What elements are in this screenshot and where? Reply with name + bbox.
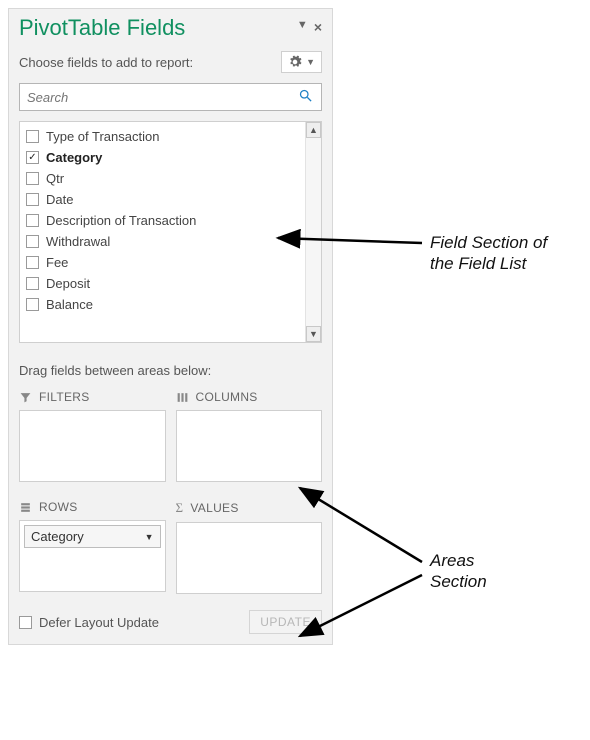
drag-hint-label: Drag fields between areas below:	[19, 363, 322, 378]
field-item[interactable]: Balance	[26, 294, 299, 315]
checkbox-icon: ✓	[26, 151, 39, 164]
rows-item-category[interactable]: Category ▼	[24, 525, 161, 548]
areas-section: FILTERS COLUMNS ROWS Category	[19, 390, 322, 594]
checkbox-icon	[19, 616, 32, 629]
rows-icon	[19, 501, 32, 514]
field-label: Type of Transaction	[46, 129, 159, 144]
tools-button[interactable]: ▼	[281, 51, 322, 73]
checkbox-icon	[26, 130, 39, 143]
checkbox-icon	[26, 172, 39, 185]
checkbox-icon	[26, 235, 39, 248]
field-label: Withdrawal	[46, 234, 110, 249]
rows-area[interactable]: ROWS Category ▼	[19, 500, 166, 594]
columns-label: COLUMNS	[196, 390, 258, 404]
rows-label: ROWS	[39, 500, 78, 514]
field-label: Deposit	[46, 276, 90, 291]
rows-header: ROWS	[19, 500, 166, 514]
defer-label: Defer Layout Update	[39, 615, 159, 630]
funnel-icon	[19, 391, 32, 404]
chevron-down-icon: ▼	[306, 57, 315, 67]
search-input[interactable]	[20, 85, 290, 110]
field-item[interactable]: Date	[26, 189, 299, 210]
close-icon[interactable]: ×	[314, 19, 322, 35]
columns-header: COLUMNS	[176, 390, 323, 404]
rows-item-label: Category	[31, 529, 84, 544]
values-header: Σ VALUES	[176, 500, 323, 516]
chevron-down-icon: ▼	[145, 532, 154, 542]
footer-row: Defer Layout Update UPDATE	[19, 610, 322, 634]
gear-icon	[288, 55, 302, 69]
filters-header: FILTERS	[19, 390, 166, 404]
field-label: Category	[46, 150, 102, 165]
field-item[interactable]: Withdrawal	[26, 231, 299, 252]
field-label: Balance	[46, 297, 93, 312]
pane-window-controls: ▼ ×	[297, 19, 322, 35]
checkbox-icon	[26, 277, 39, 290]
filters-dropzone[interactable]	[19, 410, 166, 482]
subtitle-row: Choose fields to add to report: ▼	[19, 51, 322, 73]
values-dropzone[interactable]	[176, 522, 323, 594]
checkbox-icon	[26, 193, 39, 206]
search-icon[interactable]	[290, 84, 321, 110]
sigma-icon: Σ	[176, 500, 184, 516]
field-label: Fee	[46, 255, 68, 270]
field-item[interactable]: Qtr	[26, 168, 299, 189]
dropdown-icon[interactable]: ▼	[297, 19, 308, 35]
field-label: Qtr	[46, 171, 64, 186]
field-item[interactable]: Description of Transaction	[26, 210, 299, 231]
field-list: Type of Transaction ✓ Category Qtr Date Descr…	[19, 121, 322, 343]
scrollbar[interactable]: ▲ ▼	[305, 122, 321, 342]
rows-dropzone[interactable]: Category ▼	[19, 520, 166, 592]
checkbox-icon	[26, 298, 39, 311]
search-box[interactable]	[19, 83, 322, 111]
columns-icon	[176, 391, 189, 404]
checkbox-icon	[26, 256, 39, 269]
field-item[interactable]: Fee	[26, 252, 299, 273]
filters-label: FILTERS	[39, 390, 90, 404]
field-item[interactable]: ✓ Category	[26, 147, 299, 168]
update-button[interactable]: UPDATE	[249, 610, 322, 634]
pane-header: PivotTable Fields ▼ ×	[19, 17, 322, 41]
scroll-up-button[interactable]: ▲	[306, 122, 321, 138]
values-area[interactable]: Σ VALUES	[176, 500, 323, 594]
field-item[interactable]: Type of Transaction	[26, 126, 299, 147]
defer-layout-checkbox[interactable]: Defer Layout Update	[19, 615, 159, 630]
columns-area[interactable]: COLUMNS	[176, 390, 323, 482]
pane-title: PivotTable Fields	[19, 15, 185, 41]
columns-dropzone[interactable]	[176, 410, 323, 482]
annotation-field-section: Field Section of the Field List	[430, 232, 547, 275]
checkbox-icon	[26, 214, 39, 227]
field-items: Type of Transaction ✓ Category Qtr Date Descr…	[20, 122, 305, 342]
scroll-down-button[interactable]: ▼	[306, 326, 321, 342]
values-label: VALUES	[190, 501, 238, 515]
annotation-areas-section: Areas Section	[430, 550, 487, 593]
field-label: Date	[46, 192, 73, 207]
subtitle-label: Choose fields to add to report:	[19, 55, 193, 70]
field-label: Description of Transaction	[46, 213, 196, 228]
field-item[interactable]: Deposit	[26, 273, 299, 294]
filters-area[interactable]: FILTERS	[19, 390, 166, 482]
pivottable-fields-pane: PivotTable Fields ▼ × Choose fields to a…	[8, 8, 333, 645]
